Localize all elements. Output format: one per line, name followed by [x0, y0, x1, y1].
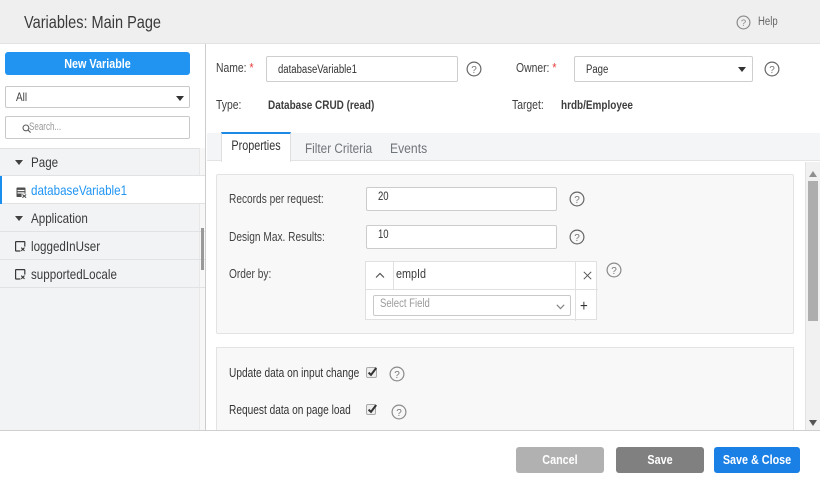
svg-text:?: ? [574, 194, 580, 205]
svg-text:?: ? [471, 65, 477, 76]
svg-text:?: ? [396, 407, 402, 418]
svg-text:?: ? [574, 232, 580, 243]
svg-text:?: ? [394, 369, 400, 380]
svg-text:?: ? [740, 18, 745, 29]
svg-text:?: ? [611, 266, 617, 277]
svg-text:?: ? [769, 65, 775, 76]
